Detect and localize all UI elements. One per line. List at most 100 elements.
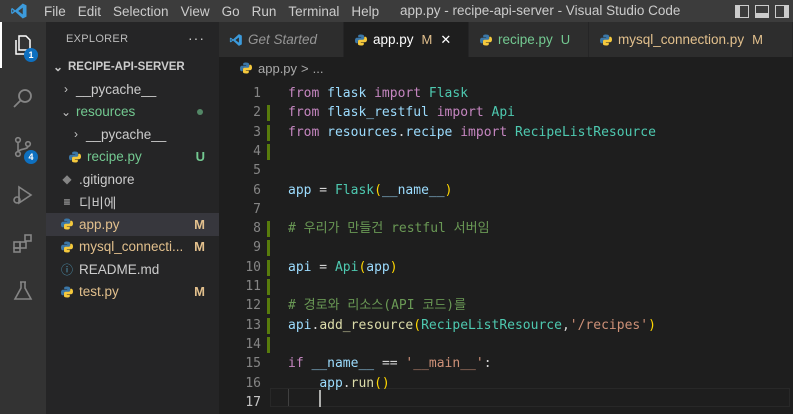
tree-item-label: README.md [79, 261, 160, 277]
tree-item-test-py[interactable]: test.py M [46, 281, 219, 304]
menu-run[interactable]: Run [246, 4, 283, 19]
menu-help[interactable]: Help [345, 4, 385, 19]
code-line[interactable]: 7 [219, 200, 793, 219]
tree-item-readme[interactable]: ⓘ README.md [46, 258, 219, 281]
toggle-sidebar-icon[interactable] [735, 4, 749, 18]
extensions-icon[interactable] [0, 220, 46, 266]
tree-item-dibie[interactable]: ≡ 디비에 [46, 191, 219, 214]
breadcrumb-symbols[interactable]: ... [313, 61, 324, 76]
code-token: add_resource [319, 317, 414, 333]
code-line[interactable]: 5 [219, 161, 793, 180]
code-line[interactable]: 4 [219, 142, 793, 161]
python-file-icon [60, 286, 74, 298]
tree-item-resources[interactable]: ⌄ resources [46, 101, 219, 124]
tree-item-recipe-py[interactable]: recipe.py U [46, 146, 219, 169]
toggle-secondary-sidebar-icon[interactable] [775, 4, 789, 18]
menu-selection[interactable]: Selection [107, 4, 175, 19]
tab-app-py[interactable]: app.py M ✕ [344, 22, 469, 57]
tree-item-label: __pycache__ [86, 126, 167, 142]
workspace-name: RECIPE-API-SERVER [68, 61, 185, 73]
git-added-marker [267, 279, 270, 295]
code-token: '__main__' [397, 356, 484, 372]
line-number: 7 [253, 201, 261, 217]
chevron-right-icon: › [64, 82, 68, 97]
code-line[interactable]: 16 app.run() [219, 374, 793, 393]
code-token: Flask [334, 182, 375, 198]
tree-item-resources-pycache[interactable]: › __pycache__ [46, 123, 219, 146]
menu-view[interactable]: View [175, 4, 216, 19]
code-line[interactable]: 9 [219, 238, 793, 257]
code-token: ( [374, 182, 382, 198]
close-icon[interactable]: ✕ [440, 32, 451, 48]
chevron-down-icon: ⌄ [60, 104, 72, 119]
source-control-icon[interactable]: 4 [0, 124, 46, 170]
code-line[interactable]: 3 from resources.recipe import RecipeList… [219, 123, 793, 142]
untracked-status: U [195, 149, 205, 165]
git-added-marker [267, 298, 270, 315]
tree-item-label: recipe.py [87, 149, 142, 165]
line-number: 4 [253, 143, 261, 159]
code-line[interactable]: 10 api = Api(app) [219, 258, 793, 277]
menu-terminal[interactable]: Terminal [282, 4, 345, 19]
python-file-icon [68, 151, 82, 163]
code-line[interactable]: 14 [219, 335, 793, 354]
menu-file[interactable]: File [38, 4, 72, 19]
code-text: from resources.recipe import RecipeListR… [288, 123, 656, 142]
more-actions-icon[interactable]: ··· [188, 30, 205, 46]
git-added-marker [267, 336, 270, 353]
line-number: 17 [245, 394, 261, 410]
vscode-logo-icon [0, 0, 38, 22]
code-line[interactable]: 15 if __name__ == '__main__': [219, 354, 793, 373]
tree-item-app-py[interactable]: app.py M [46, 213, 219, 236]
line-number: 15 [245, 356, 261, 372]
code-token: = [311, 259, 335, 275]
modified-status: M [194, 239, 205, 255]
search-icon[interactable] [0, 76, 46, 122]
run-debug-icon[interactable] [0, 172, 46, 218]
explorer-icon[interactable]: 1 [0, 22, 46, 68]
info-icon: ⓘ [60, 262, 73, 277]
tab-get-started[interactable]: Get Started [219, 22, 344, 57]
code-token: resources [319, 124, 398, 140]
code-line[interactable]: 8 # 우리가 만들건 restful 서버임 [219, 219, 793, 238]
code-token: app [319, 375, 343, 391]
workspace-section[interactable]: ⌄ RECIPE-API-SERVER [46, 56, 219, 78]
tree-item-label: app.py [79, 216, 120, 232]
code-token: recipe [405, 124, 461, 140]
code-token: run [350, 375, 375, 391]
menu-go[interactable]: Go [216, 4, 246, 19]
code-line[interactable]: 2 from flask_restful import Api [219, 103, 793, 122]
toggle-panel-icon[interactable] [755, 4, 769, 18]
code-line[interactable]: 12 # 경로와 리소스(API 코드)를 [219, 296, 793, 315]
untracked-status: U [560, 32, 571, 47]
code-token: from [288, 105, 320, 121]
code-text: if __name__ == '__main__': [288, 354, 492, 373]
line-number: 11 [245, 279, 261, 294]
modified-status: M [194, 284, 205, 300]
menu-edit[interactable]: Edit [72, 4, 107, 19]
code-token: import [460, 124, 508, 140]
testing-icon[interactable] [0, 268, 46, 314]
activity-bar: 1 4 [0, 22, 46, 414]
python-file-icon [239, 62, 253, 74]
code-line[interactable]: 1 from flask import Flask [219, 84, 793, 103]
code-line[interactable]: 11 [219, 277, 793, 296]
code-line[interactable]: 6 app = Flask(__name__) [219, 181, 793, 200]
code-token: , [561, 317, 570, 333]
chevron-down-icon: ⌄ [52, 60, 64, 74]
tree-item-mysql-connection[interactable]: mysql_connecti... M [46, 236, 219, 259]
tab-recipe-py[interactable]: recipe.py U [469, 22, 589, 57]
code-token: from [288, 124, 320, 140]
tab-label: app.py [373, 32, 414, 47]
tree-item-gitignore[interactable]: ◆ .gitignore [46, 168, 219, 191]
tree-item-pycache[interactable]: › __pycache__ [46, 78, 219, 101]
python-file-icon [354, 34, 368, 46]
python-file-icon [479, 34, 493, 46]
code-editor[interactable]: 1 from flask import Flask 2 from flask_rest… [219, 79, 793, 414]
code-token: from [288, 86, 320, 101]
code-text: api = Api(app) [288, 258, 398, 277]
code-line[interactable]: 17 [219, 393, 793, 412]
breadcrumb-file[interactable]: app.py [258, 61, 297, 76]
code-line[interactable]: 13 api.add_resource(RecipeListResource,'/… [219, 316, 793, 335]
tab-mysql-connection-py[interactable]: mysql_connection.py M [589, 22, 793, 57]
